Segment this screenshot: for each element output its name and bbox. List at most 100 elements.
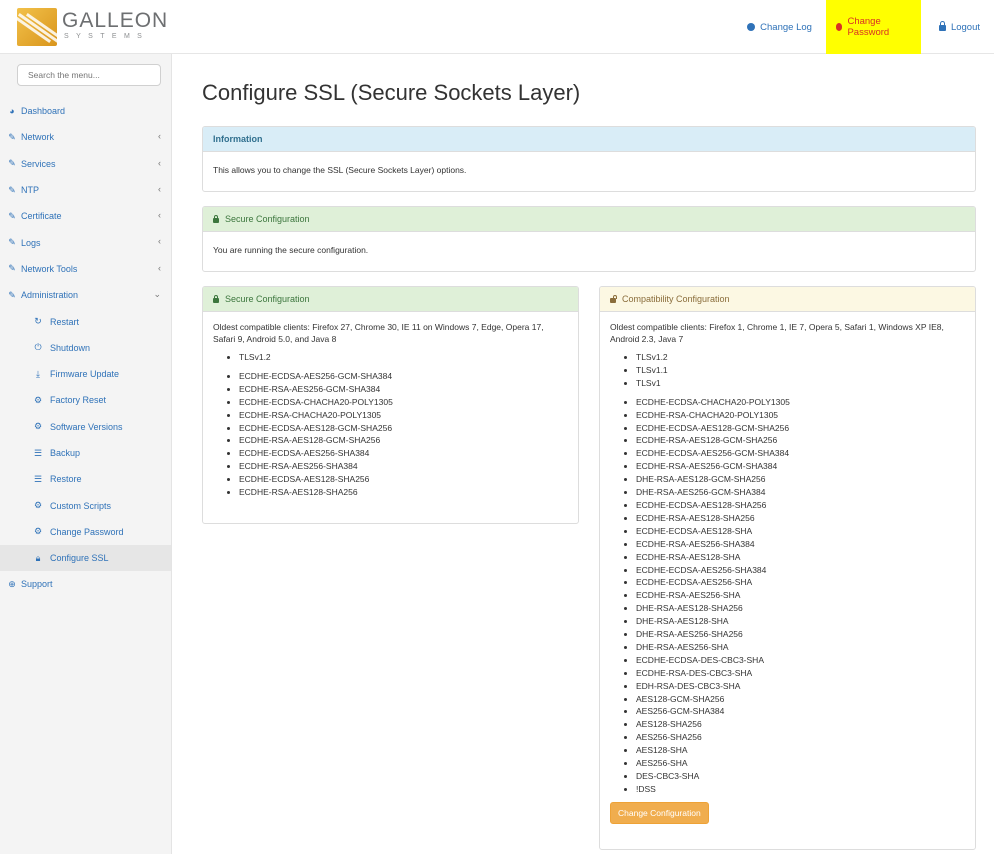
list-item: AES256-SHA256 [636,731,965,744]
list-item: TLSv1 [636,377,965,390]
sidebar-item-ntp[interactable]: ✎ NTP ‹ [0,177,171,203]
sidebar-item-label: Software Versions [50,421,123,432]
logout-label: Logout [950,21,980,33]
list-item: ECDHE-RSA-AES128-GCM-SHA256 [636,434,965,447]
change-configuration-button[interactable]: Change Configuration [610,801,709,824]
database-icon: ☰ [33,473,43,484]
list-item: ECDHE-RSA-AES256-SHA [636,589,965,602]
sidebar-item-network[interactable]: ✎ Network ‹ [0,124,171,150]
secure-protocol-list: TLSv1.2 ECDHE-ECDSA-AES256-GCM-SHA384 EC… [213,351,568,499]
list-item: ECDHE-ECDSA-AES128-SHA256 [636,499,965,512]
logo-mark-icon [17,8,57,46]
sidebar-item-administration[interactable]: ✎ Administration ⌄ [0,282,171,308]
chevron-down-icon: ⌄ [153,289,161,300]
list-item: TLSv1.2 [636,351,965,364]
sidebar-item-network-tools[interactable]: ✎ Network Tools ‹ [0,256,171,282]
sidebar-item-custom-scripts[interactable]: ⚙ Custom Scripts [0,492,171,518]
list-item: DHE-RSA-AES256-SHA [636,641,965,654]
sidebar-item-label: Factory Reset [50,395,107,406]
changelog-label: Change Log [760,21,812,33]
sidebar-item-label: Backup [50,448,81,458]
list-item: DHE-RSA-AES256-GCM-SHA384 [636,486,965,499]
information-panel-heading: Information [203,127,975,152]
list-item: ECDHE-ECDSA-CHACHA20-POLY1305 [636,396,965,409]
lock-icon: 🔒︎ [35,552,41,563]
chevron-left-icon: ‹ [158,183,161,194]
unlock-icon [610,294,617,303]
sidebar-item-factory-reset[interactable]: ⚙ Factory Reset [0,387,171,413]
list-item: ECDHE-RSA-AES128-SHA256 [636,512,965,525]
sidebar-item-label: Firmware Update [50,369,120,380]
sidebar-item-dashboard[interactable]: ◕ Dashboard [0,98,171,124]
sidebar-item-firmware-update[interactable]: ⤓ Firmware Update [0,361,171,387]
sidebar-item-logs[interactable]: ✎ Logs ‹ [0,229,171,255]
info-icon [747,23,756,31]
status-panel-heading: Secure Configuration [203,207,975,232]
wrench-icon: ✎ [8,158,16,169]
sidebar-item-services[interactable]: ✎ Services ‹ [0,151,171,177]
sidebar-item-restart[interactable]: ↻ Restart [0,308,171,334]
sidebar-item-label: NTP [21,185,39,196]
sidebar-menu: ◕ Dashboard ✎ Network ‹ ✎ Services ‹ ✎ N… [0,98,171,598]
alert-icon [835,23,843,31]
list-item: ECDHE-ECDSA-AES256-SHA [636,576,965,589]
sidebar-item-restore[interactable]: ☰ Restore [0,466,171,492]
page-title: Configure SSL (Secure Sockets Layer) [202,80,581,105]
gear-icon: ⚙ [33,421,43,432]
gear-icon: ⚙ [33,394,43,405]
sidebar-item-label: Support [21,579,53,590]
sidebar-item-label: Services [21,158,56,169]
information-text: This allows you to change the SSL (Secur… [213,165,467,175]
sidebar-item-shutdown[interactable]: ⏻ Shutdown [0,335,171,361]
changelog-link[interactable]: Change Log [737,0,822,54]
list-item: ECDHE-RSA-AES128-GCM-SHA256 [239,434,568,447]
list-item: DHE-RSA-AES128-SHA256 [636,602,965,615]
list-item: ECDHE-RSA-CHACHA20-POLY1305 [636,409,965,422]
list-item: ECDHE-RSA-AES128-SHA [636,551,965,564]
list-item: ECDHE-ECDSA-AES128-SHA256 [239,473,568,486]
list-item: ECDHE-ECDSA-AES256-SHA384 [636,564,965,577]
list-item: ECDHE-RSA-AES256-SHA384 [636,538,965,551]
sidebar-item-label: Change Password [50,526,124,537]
sidebar-item-support[interactable]: ⊕ Support [0,571,171,597]
gear-icon: ⚙ [33,526,43,537]
change-password-link[interactable]: Change Password [825,0,921,54]
list-item: AES128-SHA [636,744,965,757]
sidebar-item-certificate[interactable]: ✎ Certificate ‹ [0,203,171,229]
list-item: AES128-GCM-SHA256 [636,693,965,706]
sidebar-item-label: Logs [21,237,41,248]
header: GALLEON SYSTEMS Change Log Change Passwo… [0,0,994,54]
secure-config-body: Oldest compatible clients: Firefox 27, C… [203,312,578,508]
sidebar: ◕ Dashboard ✎ Network ‹ ✎ Services ‹ ✎ N… [0,54,172,854]
list-item: ECDHE-RSA-DES-CBC3-SHA [636,667,965,680]
sidebar-item-label: Certificate [21,211,62,222]
sidebar-item-change-password[interactable]: ⚙ Change Password [0,519,171,545]
status-heading-label: Secure Configuration [225,214,310,224]
list-item: ECDHE-RSA-AES256-SHA384 [239,460,568,473]
secure-clients-text: Oldest compatible clients: Firefox 27, C… [213,322,544,344]
power-icon: ⏻ [34,342,42,353]
logo-subtext: SYSTEMS [64,33,150,40]
wrench-icon: ✎ [8,263,16,274]
sidebar-item-label: Shutdown [50,342,91,353]
list-item: AES256-SHA [636,757,965,770]
sidebar-item-backup[interactable]: ☰ Backup [0,440,171,466]
sidebar-item-software-versions[interactable]: ⚙ Software Versions [0,414,171,440]
list-item: ECDHE-ECDSA-AES128-GCM-SHA256 [636,422,965,435]
sidebar-item-configure-ssl[interactable]: 🔒︎ Configure SSL [0,545,171,572]
list-item: ECDHE-RSA-AES256-GCM-SHA384 [239,383,568,396]
list-item: !DSS [636,783,965,796]
information-panel: Information This allows you to change th… [202,126,976,192]
list-item: ECDHE-ECDSA-DES-CBC3-SHA [636,654,965,667]
galleon-logo[interactable]: GALLEON SYSTEMS [17,8,167,46]
search-menu-input[interactable] [17,64,161,86]
sidebar-item-label: Custom Scripts [50,500,112,511]
logout-link[interactable]: Logout [929,0,990,54]
list-item: ECDHE-ECDSA-AES128-GCM-SHA256 [239,422,568,435]
list-item: TLSv1.2 [239,351,568,364]
compat-config-body: Oldest compatible clients: Firefox 1, Ch… [600,312,975,833]
sidebar-item-label: Configure SSL [50,553,109,564]
sidebar-item-label: Restart [50,316,80,327]
top-nav: Change Log Change Password Logout [737,0,994,54]
chevron-left-icon: ‹ [158,157,161,168]
